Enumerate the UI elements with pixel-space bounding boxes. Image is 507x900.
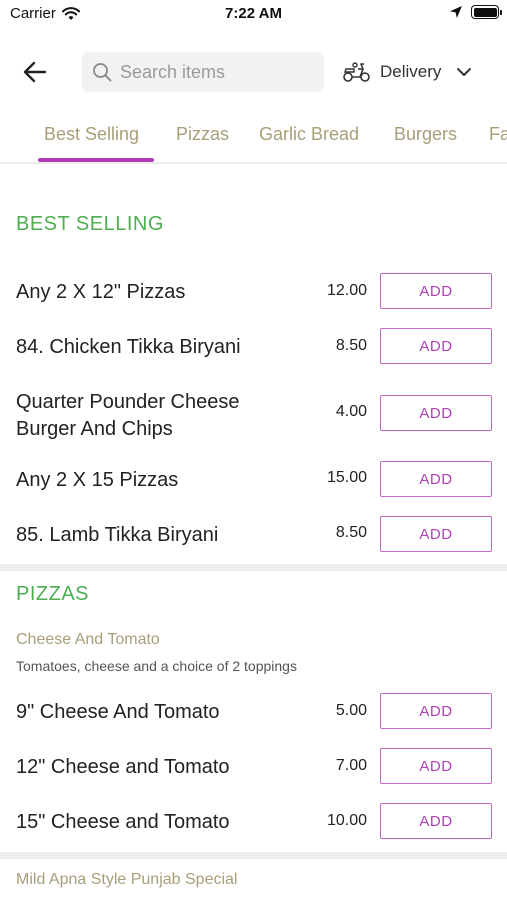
- tab-garlic-bread[interactable]: Garlic Bread: [259, 124, 359, 145]
- tab-best-selling[interactable]: Best Selling: [44, 124, 139, 145]
- add-button[interactable]: ADD: [380, 395, 492, 431]
- arrow-left-icon: [23, 61, 47, 83]
- item-price: 8.50: [335, 524, 367, 541]
- add-button[interactable]: ADD: [380, 273, 492, 309]
- tab-fa[interactable]: Fa: [489, 124, 507, 145]
- subsection-title: Cheese And Tomato: [16, 631, 160, 648]
- item-price: 5.00: [335, 702, 367, 719]
- item-price: 10.00: [326, 812, 367, 829]
- section-title-pizzas: PIZZAS: [16, 583, 90, 605]
- item-name: Quarter Pounder Cheese Burger And Chips: [16, 391, 240, 440]
- subsection-title: Mild Apna Style Punjab Special: [16, 871, 238, 888]
- add-button[interactable]: ADD: [380, 461, 492, 497]
- item-name: 9" Cheese And Tomato: [16, 701, 220, 723]
- item-price: 7.00: [335, 757, 367, 774]
- add-button[interactable]: ADD: [380, 516, 492, 552]
- item-name: 85. Lamb Tikka Biryani: [16, 524, 219, 546]
- add-button[interactable]: ADD: [380, 803, 492, 839]
- item-name: 15" Cheese and Tomato: [16, 811, 230, 833]
- scooter-icon: [343, 62, 370, 82]
- category-tabs: Best Selling Pizzas Garlic Bread Burgers…: [0, 112, 507, 164]
- tab-pizzas[interactable]: Pizzas: [176, 124, 229, 145]
- tab-burgers[interactable]: Burgers: [394, 124, 457, 145]
- search-box[interactable]: [82, 52, 324, 92]
- battery-icon: [471, 5, 502, 19]
- item-name: Any 2 X 12" Pizzas: [16, 281, 186, 303]
- status-indicators: [449, 5, 502, 19]
- item-price: 12.00: [326, 282, 367, 299]
- search-input[interactable]: [120, 61, 310, 83]
- item-name: 84. Chicken Tikka Biryani: [16, 336, 241, 358]
- chevron-down-icon: [457, 68, 472, 76]
- delivery-label: Delivery: [380, 62, 442, 81]
- nav-bar: Delivery: [0, 44, 507, 100]
- item-name: 12" Cheese and Tomato: [16, 756, 230, 778]
- search-icon: [93, 63, 112, 82]
- section-divider: [0, 564, 507, 571]
- add-button[interactable]: ADD: [380, 328, 492, 364]
- location-arrow-icon: [450, 6, 462, 18]
- back-button[interactable]: [18, 56, 52, 88]
- item-price: 15.00: [326, 469, 367, 486]
- item-price: 8.50: [335, 337, 367, 354]
- section-title-best-selling: BEST SELLING: [16, 213, 164, 235]
- item-price: 4.00: [335, 403, 367, 420]
- delivery-mode-select[interactable]: Delivery: [342, 54, 473, 90]
- status-time: 7:22 AM: [225, 5, 282, 22]
- add-button[interactable]: ADD: [380, 748, 492, 784]
- add-button[interactable]: ADD: [380, 693, 492, 729]
- active-tab-indicator: [38, 158, 154, 162]
- status-bar: Carrier 7:22 AM: [0, 0, 507, 30]
- subsection-description: Tomatoes, cheese and a choice of 2 toppi…: [16, 658, 297, 674]
- item-name: Any 2 X 15 Pizzas: [16, 469, 179, 491]
- section-divider: [0, 852, 507, 859]
